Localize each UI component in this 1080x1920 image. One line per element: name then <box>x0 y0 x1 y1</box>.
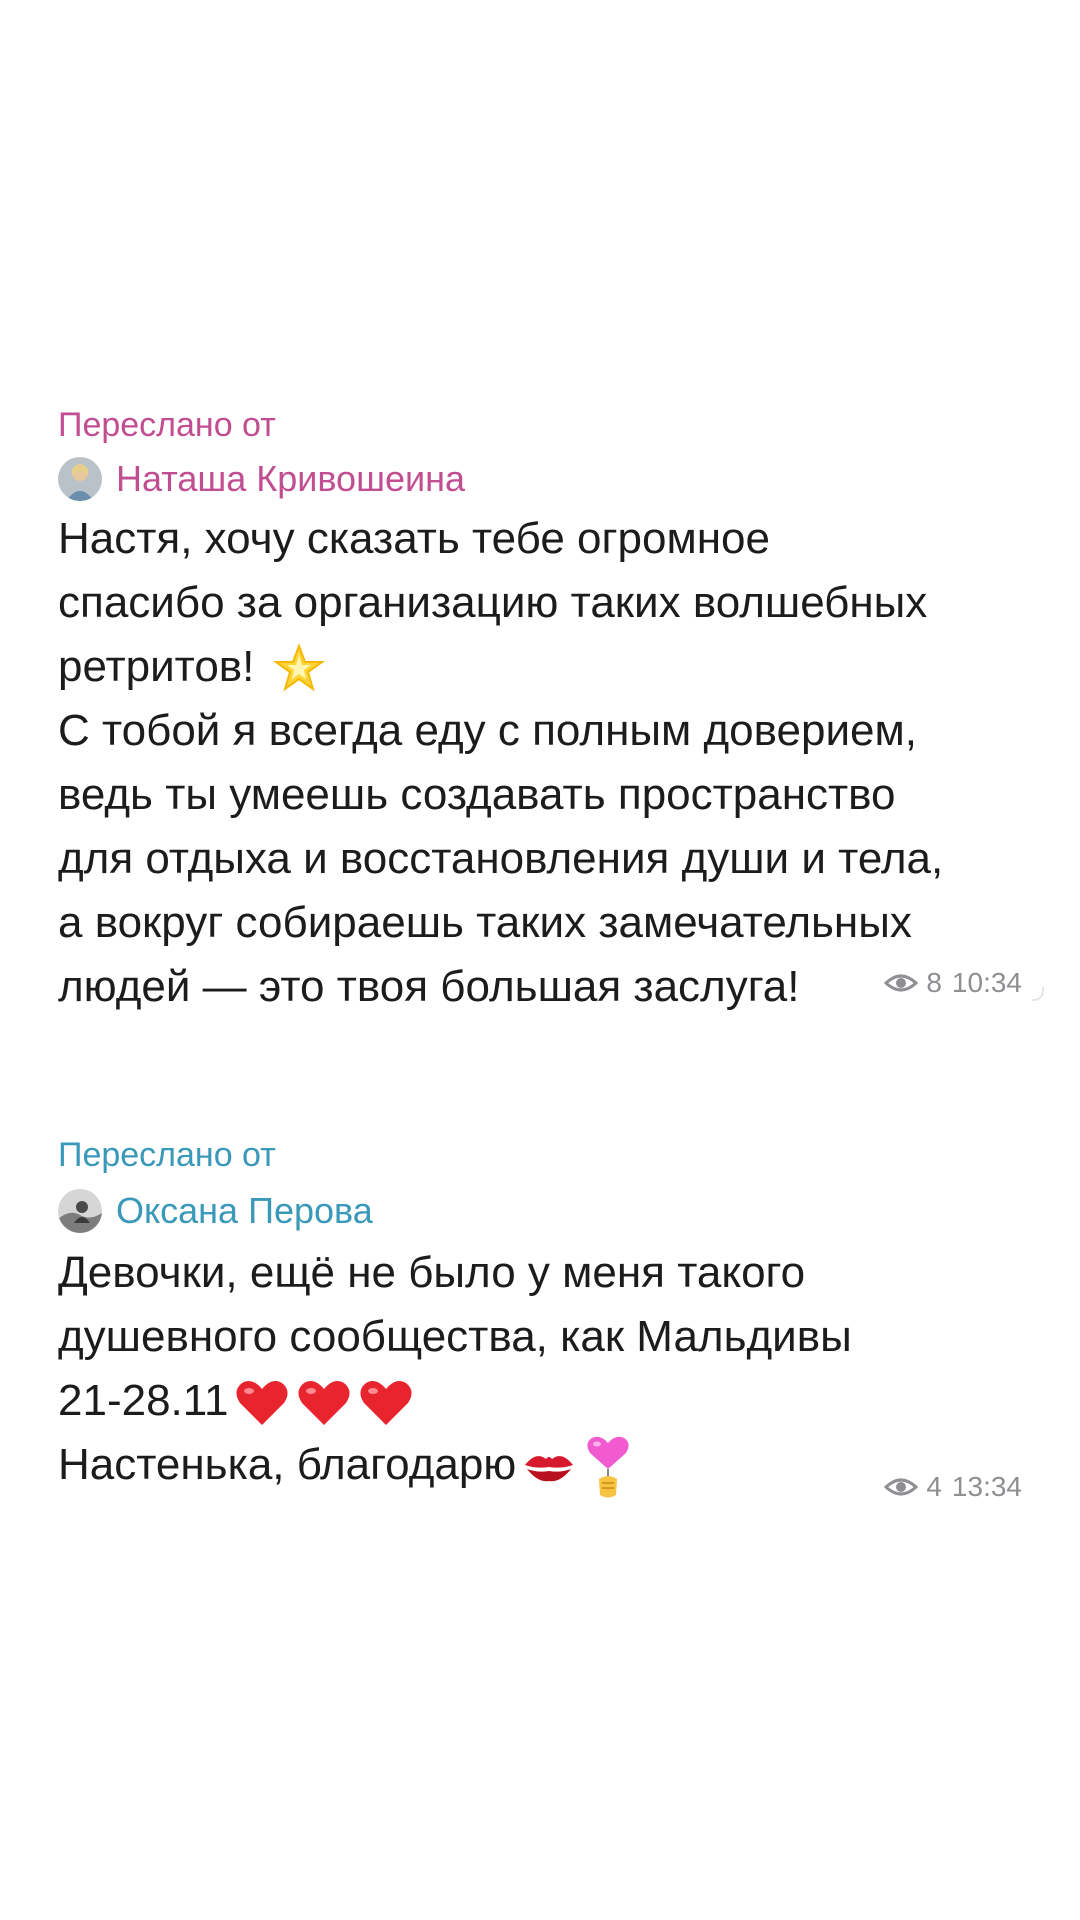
heart-balloon-icon <box>582 1433 634 1501</box>
forwarded-label: Переслано от <box>58 1136 276 1174</box>
message-line: Девочки, ещё не было у меня такого <box>58 1248 806 1297</box>
eye-icon <box>884 972 919 994</box>
bubble-tail <box>1032 987 1044 1001</box>
message-line: душевного сообщества, как Мальдивы <box>58 1312 852 1361</box>
forwarded-sender[interactable]: Оксана Перова <box>58 1187 373 1235</box>
message-line: ретритов! <box>58 635 1038 699</box>
message-line-text: 21-28.11 <box>58 1376 229 1425</box>
message-text: Девочки, ещё не было у меня такого душев… <box>58 1241 1038 1501</box>
view-count: 8 <box>926 967 942 998</box>
red-heart-icon <box>296 1377 352 1429</box>
message-line-text: ретритов! <box>58 642 267 691</box>
red-heart-icon <box>358 1377 414 1429</box>
forwarded-label: Переслано от <box>58 406 276 444</box>
message-meta: 4 13:34 <box>884 1471 1022 1503</box>
avatar[interactable] <box>58 457 102 501</box>
sender-name[interactable]: Оксана Перова <box>116 1187 373 1235</box>
message-line: ведь ты умеешь создавать пространство <box>58 770 896 819</box>
message-meta: 8 10:34 <box>884 967 1022 999</box>
glowing-star-icon <box>272 643 325 695</box>
view-count: 4 <box>926 1471 942 1502</box>
message-time: 10:34 <box>951 967 1022 998</box>
message-line-text: Настенька, благодарю <box>58 1440 517 1489</box>
avatar[interactable] <box>58 1189 102 1233</box>
kiss-mark-icon <box>522 1447 576 1487</box>
message-line: для отдыха и восстановления души и тела, <box>58 834 944 883</box>
message-text: Настя, хочу сказать тебе огромное спасиб… <box>58 507 1038 1019</box>
message-line: 21-28.11 <box>58 1369 1038 1433</box>
red-heart-icon <box>234 1377 290 1429</box>
message-line: Настя, хочу сказать тебе огромное <box>58 514 770 563</box>
message-line: а вокруг собираешь таких замечательных <box>58 898 912 947</box>
forwarded-sender[interactable]: Наташа Кривошеина <box>58 455 465 503</box>
eye-icon <box>884 1476 919 1498</box>
message-time: 13:34 <box>951 1471 1022 1502</box>
sender-name[interactable]: Наташа Кривошеина <box>116 455 465 503</box>
message-line: С тобой я всегда еду с полным доверием, <box>58 706 917 755</box>
message-line: спасибо за организацию таких волшебных <box>58 578 928 627</box>
